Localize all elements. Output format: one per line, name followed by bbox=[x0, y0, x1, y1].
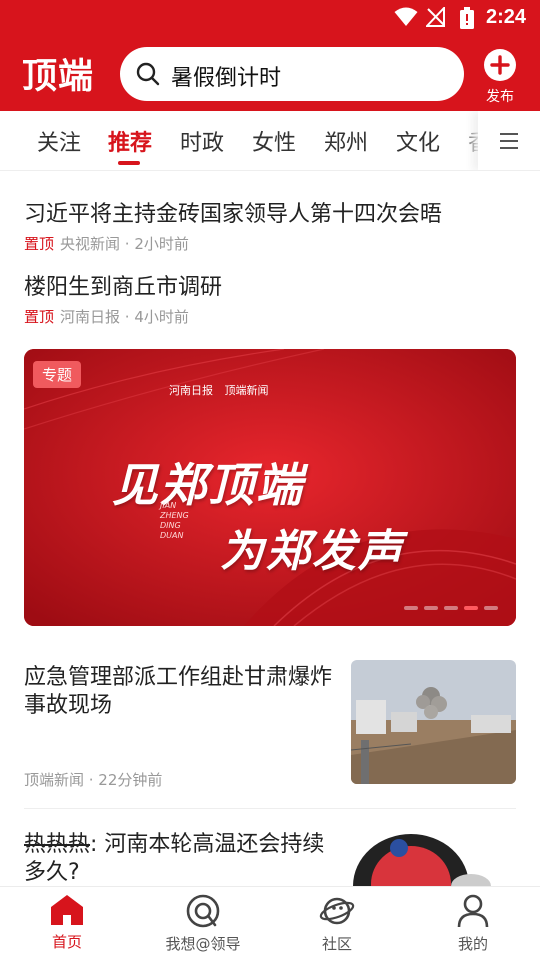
status-time: 2:24 bbox=[485, 6, 526, 28]
banner-logo-1: 河南日报 bbox=[169, 384, 213, 397]
at-mention-icon bbox=[186, 894, 220, 928]
signal-off-icon bbox=[426, 7, 445, 27]
thumbnail-image bbox=[351, 660, 516, 784]
pager-dot bbox=[424, 606, 438, 610]
tab-culture[interactable]: 文化 bbox=[396, 125, 440, 157]
nav-ask-leader-label: 我想@领导 bbox=[165, 935, 241, 953]
battery-icon bbox=[460, 7, 474, 29]
menu-icon bbox=[500, 133, 518, 149]
nav-profile-label: 我的 bbox=[457, 935, 488, 953]
news-meta-1: 顶端新闻 · 22分钟前 bbox=[24, 771, 163, 789]
bottom-nav: 首页 我想@领导 社区 我的 bbox=[0, 886, 540, 960]
pinned-meta-1: 置顶 央视新闻 · 2小时前 bbox=[24, 233, 189, 254]
pinned-meta-2: 置顶 河南日报 · 4小时前 bbox=[24, 306, 189, 327]
tab-follow[interactable]: 关注 bbox=[37, 125, 81, 157]
tab-zhengzhou[interactable]: 郑州 bbox=[324, 125, 368, 157]
thumbnail-illustration bbox=[353, 834, 491, 886]
banner-title-line1: 见郑顶端 bbox=[112, 458, 304, 512]
tab-politics[interactable]: 时政 bbox=[180, 125, 224, 157]
publish-label: 发布 bbox=[486, 89, 514, 105]
banner-logo-2: 顶端新闻 bbox=[224, 384, 269, 397]
news-thumbnail-1[interactable] bbox=[351, 660, 516, 784]
nav-community-label: 社区 bbox=[321, 935, 352, 953]
news-headline-2[interactable]: 热热热: 河南本轮高温还会持续多久? bbox=[24, 831, 344, 887]
status-bar: 2:24 bbox=[0, 0, 540, 36]
plus-circle-icon bbox=[484, 49, 516, 81]
search-bar[interactable]: 暑假倒计时 bbox=[120, 47, 464, 101]
nav-profile[interactable]: 我的 bbox=[418, 893, 528, 954]
nav-ask-leader[interactable]: 我想@领导 bbox=[148, 893, 258, 954]
pager-dot-active bbox=[464, 606, 478, 610]
pinned-tag: 置顶 bbox=[24, 235, 55, 253]
publish-button[interactable]: 发布 bbox=[476, 48, 524, 106]
divider bbox=[24, 808, 516, 809]
pager-dot bbox=[444, 606, 458, 610]
search-input[interactable]: 暑假倒计时 bbox=[171, 60, 281, 92]
app-logo: 顶端 bbox=[22, 56, 95, 97]
nav-home-label: 首页 bbox=[51, 933, 82, 951]
nav-home[interactable]: 首页 bbox=[12, 893, 122, 952]
user-icon bbox=[457, 894, 489, 928]
top-bar: 2:24 顶端 暑假倒计时 发布 bbox=[0, 0, 540, 111]
feature-banner[interactable]: 专题 河南日报 顶端新闻 见郑顶端 JIAN ZHENG DING DUAN 为… bbox=[24, 349, 516, 626]
pinned-source: 央视新闻 · 2小时前 bbox=[60, 235, 189, 253]
banner-subtitle: JIAN ZHENG DING DUAN bbox=[160, 501, 189, 540]
category-tabs: 关注 推荐 时政 女性 郑州 文化 香 bbox=[0, 111, 540, 171]
banner-pager bbox=[398, 595, 498, 614]
pager-dot bbox=[484, 606, 498, 610]
pager-dot bbox=[404, 606, 418, 610]
banner-tag: 专题 bbox=[33, 361, 82, 388]
nav-community[interactable]: 社区 bbox=[282, 893, 392, 954]
home-icon bbox=[51, 895, 83, 925]
tab-women[interactable]: 女性 bbox=[252, 125, 296, 157]
tab-menu-button[interactable] bbox=[478, 111, 540, 170]
news-thumbnail-2[interactable] bbox=[351, 826, 516, 886]
headline-struck-text: 热热热 bbox=[24, 832, 91, 857]
pinned-tag: 置顶 bbox=[24, 308, 55, 326]
search-icon bbox=[136, 62, 160, 86]
tab-recommend[interactable]: 推荐 bbox=[108, 125, 152, 157]
active-tab-indicator bbox=[118, 161, 140, 165]
planet-icon bbox=[319, 897, 355, 925]
news-headline-1[interactable]: 应急管理部派工作组赴甘肃爆炸事故现场 bbox=[24, 664, 344, 720]
pinned-source: 河南日报 · 4小时前 bbox=[60, 308, 189, 326]
pinned-headline-2[interactable]: 楼阳生到商丘市调研 bbox=[24, 269, 222, 301]
pinned-headline-1[interactable]: 习近平将主持金砖国家领导人第十四次会晤 bbox=[24, 196, 442, 228]
wifi-icon bbox=[394, 7, 418, 26]
banner-title-line2: 为郑发声 bbox=[220, 526, 404, 577]
banner-logos: 河南日报 顶端新闻 bbox=[169, 382, 277, 398]
